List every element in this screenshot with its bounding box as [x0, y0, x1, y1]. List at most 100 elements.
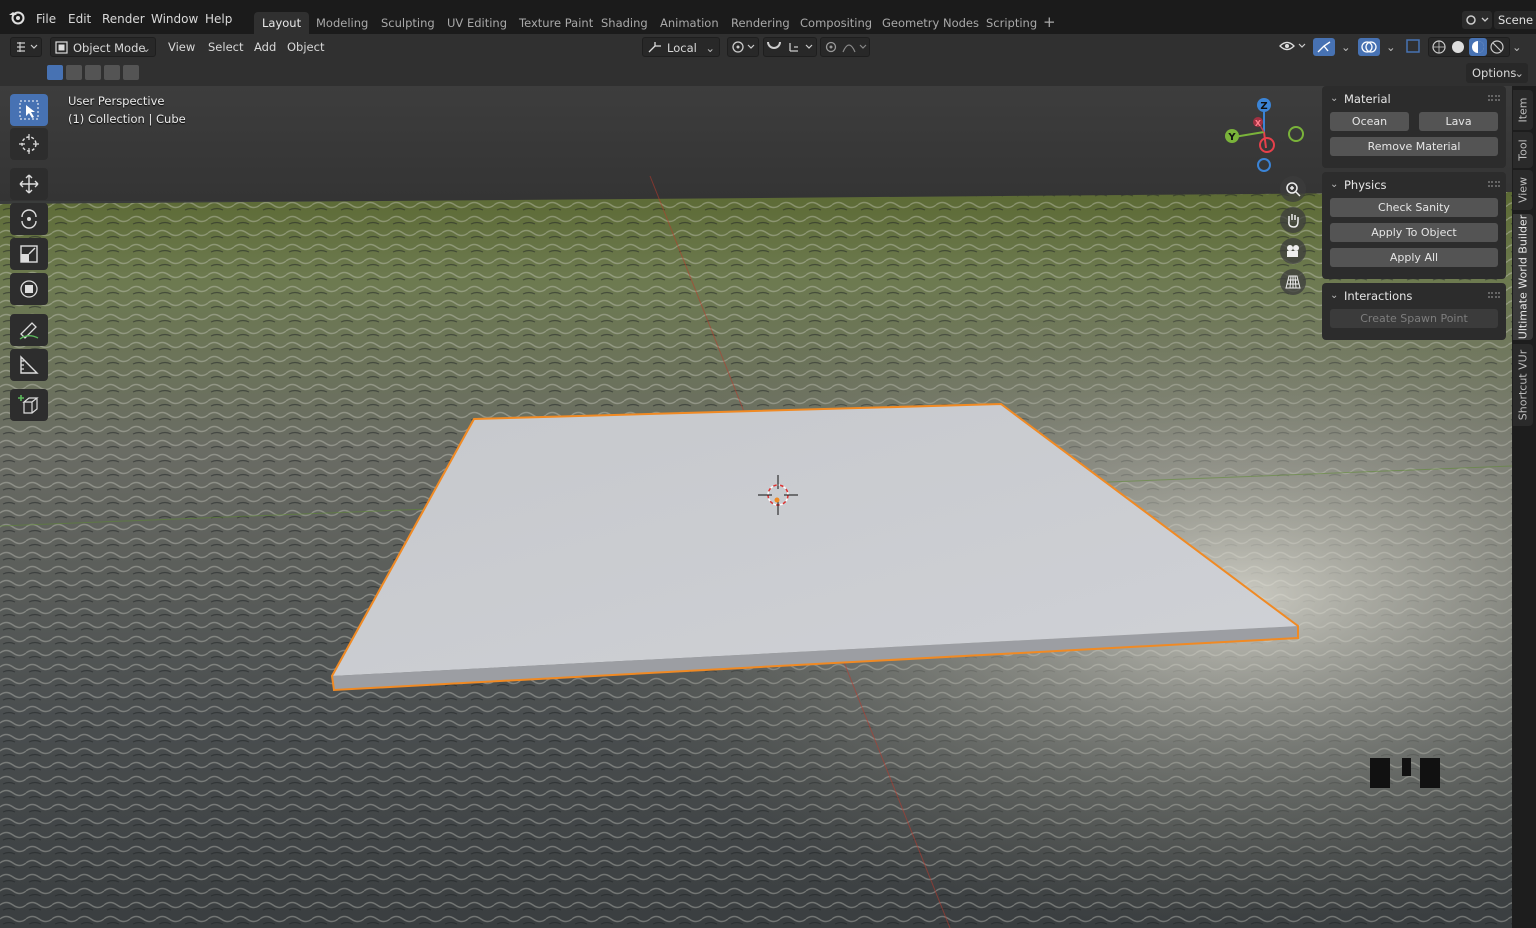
editor-type-button[interactable] — [10, 37, 42, 57]
proportional-edit-icon — [825, 41, 867, 53]
select-invert-icon[interactable] — [104, 65, 120, 80]
interactions-panel-header[interactable]: ⌄ Interactions — [1322, 283, 1506, 309]
visibility-button[interactable] — [1278, 37, 1310, 57]
material-panel-title: Material — [1344, 92, 1391, 106]
physics-panel-header[interactable]: ⌄ Physics — [1322, 172, 1506, 198]
overlay-toggle-button[interactable]: ⌄ — [1358, 37, 1398, 57]
shading-modes-icon[interactable] — [1429, 38, 1511, 56]
scale-tool[interactable] — [10, 238, 48, 270]
material-panel-header[interactable]: ⌄ Material — [1322, 86, 1506, 112]
drag-grip-icon[interactable] — [1488, 292, 1500, 298]
tab-modeling[interactable]: Modeling — [308, 12, 376, 34]
overlay-icon — [1358, 38, 1380, 56]
menu-file[interactable]: File — [36, 12, 56, 26]
select-intersect-icon[interactable] — [123, 65, 139, 80]
tab-ultimate-world-builder[interactable]: Ultimate World Builder — [1513, 214, 1533, 340]
remove-material-button[interactable]: Remove Material — [1330, 137, 1498, 156]
snap-button[interactable] — [763, 37, 817, 57]
tab-sculpting[interactable]: Sculpting — [373, 12, 443, 34]
tab-shortcut-vur[interactable]: Shortcut VUr — [1513, 344, 1533, 426]
check-sanity-button[interactable]: Check Sanity — [1330, 198, 1498, 217]
create-spawn-point-button[interactable]: Create Spawn Point — [1330, 309, 1498, 328]
menu-view[interactable]: View — [168, 37, 195, 57]
cursor-tool[interactable] — [10, 128, 48, 160]
drag-grip-icon[interactable] — [1488, 95, 1500, 101]
gizmo-icon — [1313, 38, 1335, 56]
add-cube-tool[interactable] — [10, 389, 48, 421]
annotate-pencil-icon — [19, 322, 39, 340]
menu-object[interactable]: Object — [287, 37, 324, 57]
xray-toggle-button[interactable] — [1404, 37, 1424, 57]
rotate-tool[interactable] — [10, 203, 48, 235]
sidebar-tabs: Item Tool View Ultimate World Builder Sh… — [1512, 86, 1536, 928]
lava-button[interactable]: Lava — [1419, 112, 1498, 131]
pivot-point-button[interactable] — [727, 37, 759, 57]
tab-rendering[interactable]: Rendering — [723, 12, 798, 34]
gizmo-z-label: Z — [1260, 101, 1267, 112]
scale-icon — [20, 245, 38, 263]
move-tool[interactable] — [10, 168, 48, 200]
physics-panel: ⌄ Physics Check Sanity Apply To Object A… — [1322, 172, 1506, 279]
camera-view-button[interactable] — [1280, 238, 1306, 264]
projection-toggle-button[interactable] — [1280, 269, 1306, 295]
tab-tool[interactable]: Tool — [1513, 132, 1533, 168]
annotate-tool[interactable] — [10, 314, 48, 346]
measure-ruler-icon — [20, 355, 39, 374]
mode-label: Object Mode — [73, 41, 146, 55]
tab-view[interactable]: View — [1513, 170, 1533, 210]
perspective-label: User Perspective — [68, 94, 165, 108]
chevron-down-icon: ⌄ — [705, 41, 715, 55]
zoom-button[interactable] — [1280, 176, 1306, 202]
tab-scripting[interactable]: Scripting — [978, 12, 1045, 34]
tab-item[interactable]: Item — [1513, 90, 1533, 130]
menu-render[interactable]: Render — [102, 12, 145, 26]
tab-geometry-nodes[interactable]: Geometry Nodes — [874, 12, 987, 34]
orientation-label: Local — [667, 41, 697, 55]
scene-name-field[interactable]: Scene — [1494, 11, 1536, 29]
tab-animation[interactable]: Animation — [652, 12, 727, 34]
shading-mode-group — [1428, 37, 1510, 57]
transform-icon — [20, 280, 38, 298]
tab-item-label: Item — [1516, 97, 1530, 123]
tab-layout[interactable]: Layout — [254, 12, 310, 34]
3d-viewport[interactable]: User Perspective (1) Collection | Cube Z… — [0, 86, 1512, 928]
navigation-gizmo[interactable]: Z X Y — [1218, 92, 1308, 178]
ocean-button[interactable]: Ocean — [1330, 112, 1409, 131]
tab-compositing[interactable]: Compositing — [792, 12, 880, 34]
chevron-down-icon: ⌄ — [1330, 93, 1339, 104]
zoom-magnifier-icon — [1286, 182, 1301, 197]
select-new-icon[interactable] — [47, 65, 63, 80]
select-box-tool[interactable] — [10, 94, 48, 126]
scene-selector-button[interactable] — [1462, 11, 1492, 29]
select-extend-icon[interactable] — [66, 65, 82, 80]
proportional-editing-button[interactable] — [820, 37, 870, 57]
mode-dropdown[interactable]: Object Mode ⌄ — [50, 37, 156, 57]
add-workspace-icon[interactable]: + — [1043, 12, 1056, 32]
interactions-panel-title: Interactions — [1344, 289, 1413, 303]
apply-to-object-button[interactable]: Apply To Object — [1330, 223, 1498, 242]
collection-label: (1) Collection | Cube — [68, 112, 186, 126]
transform-orientation-dropdown[interactable]: Local ⌄ — [642, 37, 720, 57]
chevron-down-icon: ⌄ — [1330, 179, 1339, 190]
pan-button[interactable] — [1280, 207, 1306, 233]
interactions-panel: ⌄ Interactions Create Spawn Point — [1322, 283, 1506, 340]
orientation-icon — [648, 42, 661, 53]
gizmo-toggle-button[interactable]: ⌄ — [1313, 37, 1353, 57]
transform-tool[interactable] — [10, 273, 48, 305]
tab-texture-paint[interactable]: Texture Paint — [511, 12, 601, 34]
measure-tool[interactable] — [10, 349, 48, 381]
select-subtract-icon[interactable] — [85, 65, 101, 80]
apply-all-button[interactable]: Apply All — [1330, 248, 1498, 267]
options-dropdown[interactable]: Options ⌄ — [1466, 63, 1528, 83]
blender-logo-icon[interactable] — [8, 9, 26, 25]
menu-help[interactable]: Help — [205, 12, 232, 26]
drag-grip-icon[interactable] — [1488, 181, 1500, 187]
shading-options-chevron-icon[interactable]: ⌄ — [1512, 37, 1522, 57]
menu-edit[interactable]: Edit — [68, 12, 91, 26]
menu-window[interactable]: Window — [151, 12, 198, 26]
tab-ultimate-world-builder-label: Ultimate World Builder — [1516, 214, 1530, 340]
menu-add[interactable]: Add — [254, 37, 276, 57]
tab-shading[interactable]: Shading — [593, 12, 656, 34]
tab-uv-editing[interactable]: UV Editing — [439, 12, 515, 34]
menu-select[interactable]: Select — [208, 37, 243, 57]
